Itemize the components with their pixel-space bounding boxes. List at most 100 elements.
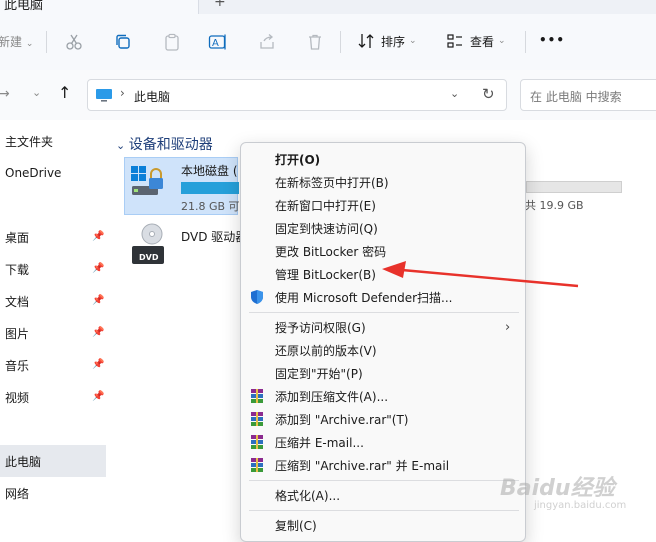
menu-item-format[interactable]: 格式化(A)... bbox=[241, 484, 525, 507]
monitor-icon bbox=[96, 89, 112, 102]
menu-item-label: 打开(O) bbox=[275, 153, 321, 167]
sidebar-item-label: 网络 bbox=[5, 486, 30, 501]
sidebar-item-pictures[interactable]: 图片 📌 bbox=[0, 317, 106, 349]
watermark-logo: Baidu经验 bbox=[500, 476, 615, 501]
chevron-down-icon: ⌄ bbox=[409, 36, 417, 46]
tab-title: 此电脑 bbox=[4, 0, 44, 13]
menu-separator bbox=[249, 312, 519, 313]
toolbar-divider bbox=[525, 31, 526, 53]
annotation-arrow bbox=[382, 261, 579, 288]
menu-item-pin-quick-access[interactable]: 固定到快速访问(Q) bbox=[241, 217, 525, 240]
sidebar-item-network[interactable]: 网络 bbox=[0, 477, 106, 509]
share-icon[interactable] bbox=[257, 32, 277, 52]
copy-icon[interactable] bbox=[113, 32, 133, 52]
sidebar-item-label: 桌面 bbox=[5, 230, 30, 245]
menu-item-compress-archive-email[interactable]: 压缩到 "Archive.rar" 并 E-mail bbox=[241, 454, 525, 477]
defender-shield-icon bbox=[251, 290, 263, 304]
pin-icon: 📌 bbox=[92, 391, 105, 402]
menu-item-grant-access[interactable]: 授予访问权限(G) › bbox=[241, 316, 525, 339]
sort-label: 排序 bbox=[381, 34, 406, 49]
menu-separator bbox=[249, 480, 519, 481]
menu-item-label: 格式化(A)... bbox=[275, 489, 341, 503]
toolbar-divider bbox=[46, 31, 47, 53]
menu-item-label: 管理 BitLocker(B) bbox=[275, 268, 376, 282]
dvd-badge: DVD bbox=[139, 253, 159, 262]
sidebar-item-videos[interactable]: 视频 📌 bbox=[0, 381, 106, 413]
drive-usage-bar-remainder bbox=[526, 181, 622, 193]
search-input[interactable]: 在 此电脑 中搜索 bbox=[520, 79, 656, 111]
up-arrow-icon[interactable]: ↑ bbox=[58, 83, 71, 102]
menu-item-add-to-archive-rar[interactable]: 添加到 "Archive.rar"(T) bbox=[241, 408, 525, 431]
sidebar-item-onedrive[interactable]: OneDrive bbox=[0, 157, 106, 189]
pin-icon: 📌 bbox=[92, 231, 105, 242]
sidebar-item-desktop[interactable]: 桌面 📌 bbox=[0, 221, 106, 253]
menu-item-open[interactable]: 打开(O) bbox=[241, 148, 525, 171]
more-options-button[interactable]: ••• bbox=[539, 33, 565, 47]
winrar-icon bbox=[251, 435, 263, 449]
view-button[interactable]: 查看 ⌄ bbox=[446, 32, 506, 50]
sidebar-item-documents[interactable]: 文档 📌 bbox=[0, 285, 106, 317]
sidebar-item-label: 下载 bbox=[5, 262, 30, 277]
refresh-icon[interactable]: ↻ bbox=[482, 85, 495, 103]
chevron-down-icon: ⌄ bbox=[498, 36, 506, 46]
winrar-icon bbox=[251, 458, 263, 472]
back-arrow-icon[interactable]: → bbox=[0, 86, 10, 102]
breadcrumb-location[interactable]: 此电脑 bbox=[134, 88, 170, 105]
sidebar-item-label: 文档 bbox=[5, 294, 30, 309]
pin-icon: 📌 bbox=[92, 295, 105, 306]
tab-this-pc[interactable]: 此电脑 bbox=[0, 0, 199, 14]
drive-tile-local-disk[interactable]: 本地磁盘 ( 21.8 GB 可 bbox=[124, 157, 240, 215]
sidebar-item-label: 音乐 bbox=[5, 358, 30, 373]
delete-icon[interactable] bbox=[305, 32, 325, 52]
sidebar-item-label: 此电脑 bbox=[5, 454, 42, 469]
local-disk-icon bbox=[131, 166, 163, 195]
address-bar[interactable]: › 此电脑 ⌄ ↻ bbox=[87, 79, 507, 111]
menu-item-compress-email[interactable]: 压缩并 E-mail... bbox=[241, 431, 525, 454]
menu-item-label: 在新窗口中打开(E) bbox=[275, 199, 376, 213]
context-menu: 打开(O) 在新标签页中打开(B) 在新窗口中打开(E) 固定到快速访问(Q) … bbox=[240, 142, 526, 542]
pin-icon: 📌 bbox=[92, 359, 105, 370]
sidebar-item-music[interactable]: 音乐 📌 bbox=[0, 349, 106, 381]
address-dropdown-icon[interactable]: ⌄ bbox=[450, 87, 459, 100]
menu-item-pin-start[interactable]: 固定到"开始"(P) bbox=[241, 362, 525, 385]
view-label: 查看 bbox=[470, 34, 495, 49]
devices-group-header[interactable]: ⌄ 设备和驱动器 bbox=[116, 134, 213, 154]
drive-free-space: 21.8 GB 可 bbox=[181, 200, 240, 213]
sidebar-item-home[interactable]: 主文件夹 bbox=[0, 125, 106, 157]
new-tab-button[interactable]: + bbox=[214, 0, 226, 10]
recent-chevron-icon[interactable]: ⌄ bbox=[32, 86, 41, 99]
breadcrumb-chevron-icon: › bbox=[120, 86, 125, 100]
paste-icon[interactable] bbox=[162, 32, 182, 52]
menu-item-open-new-window[interactable]: 在新窗口中打开(E) bbox=[241, 194, 525, 217]
menu-item-label: 添加到压缩文件(A)... bbox=[275, 390, 389, 404]
svg-text:A: A bbox=[212, 38, 219, 49]
drive-tile-dvd[interactable]: DVD DVD 驱动器 bbox=[128, 222, 247, 272]
new-button-label: 新建 bbox=[0, 35, 23, 49]
sort-icon bbox=[358, 34, 374, 48]
menu-item-open-new-tab[interactable]: 在新标签页中打开(B) bbox=[241, 171, 525, 194]
drive-name: 本地磁盘 ( bbox=[181, 164, 238, 178]
menu-item-label: 授予访问权限(G) bbox=[275, 321, 366, 335]
rename-icon[interactable]: A bbox=[208, 32, 228, 52]
menu-item-restore-previous[interactable]: 还原以前的版本(V) bbox=[241, 339, 525, 362]
menu-item-add-to-archive[interactable]: 添加到压缩文件(A)... bbox=[241, 385, 525, 408]
sidebar-item-label: 图片 bbox=[5, 326, 30, 341]
menu-item-label: 更改 BitLocker 密码 bbox=[275, 245, 387, 259]
sidebar-item-downloads[interactable]: 下载 📌 bbox=[0, 253, 106, 285]
sidebar-item-label: OneDrive bbox=[5, 166, 62, 180]
pin-icon: 📌 bbox=[92, 263, 105, 274]
menu-item-label: 压缩并 E-mail... bbox=[275, 436, 364, 450]
winrar-icon bbox=[251, 389, 263, 403]
cut-icon[interactable] bbox=[64, 32, 84, 52]
sort-button[interactable]: 排序 ⌄ bbox=[357, 32, 417, 50]
menu-item-label: 添加到 "Archive.rar"(T) bbox=[275, 413, 409, 427]
new-button[interactable]: 新建 ⌄ bbox=[0, 33, 33, 50]
drive-name: DVD 驱动器 bbox=[181, 230, 248, 244]
pin-icon: 📌 bbox=[92, 327, 105, 338]
menu-separator bbox=[249, 510, 519, 511]
watermark-url: jingyan.baidu.com bbox=[534, 500, 627, 511]
menu-item-label: 固定到"开始"(P) bbox=[275, 367, 363, 381]
winrar-icon bbox=[251, 412, 263, 426]
sidebar-item-this-pc[interactable]: 此电脑 bbox=[0, 445, 106, 477]
sidebar-item-label: 视频 bbox=[5, 390, 30, 405]
